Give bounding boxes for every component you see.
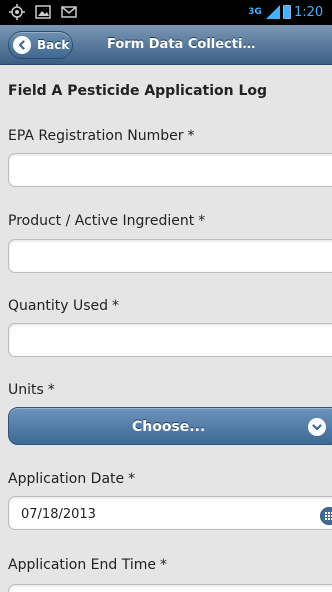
quantity-used-input[interactable]	[8, 323, 332, 357]
battery-icon	[283, 5, 291, 19]
status-bar: 3G 1:20	[0, 0, 332, 25]
back-button-label: Back	[37, 38, 70, 52]
quantity-used-label: Quantity Used *	[8, 298, 119, 314]
form-title: Field A Pesticide Application Log	[8, 83, 268, 99]
chevron-down-icon	[308, 418, 326, 436]
application-date-value: 07/18/2013	[21, 507, 96, 522]
signal-icon	[266, 5, 280, 19]
epa-registration-input[interactable]	[8, 153, 332, 187]
required-marker: *	[112, 298, 119, 314]
back-button[interactable]: Back	[8, 31, 73, 59]
network-type: 3G	[248, 6, 262, 17]
picture-icon	[34, 4, 52, 20]
status-system: 3G 1:20	[247, 3, 332, 21]
gps-icon	[8, 4, 26, 20]
status-notifications	[8, 3, 78, 21]
calendar-icon[interactable]	[320, 507, 332, 525]
units-select[interactable]: Choose...	[8, 407, 332, 445]
units-select-label: Choose...	[132, 419, 206, 435]
page-title: Form Data Collecti…	[107, 37, 256, 52]
product-ingredient-label: Product / Active Ingredient *	[8, 213, 205, 229]
field-label-text: Application Date	[8, 471, 125, 487]
required-marker: *	[47, 382, 55, 398]
header-bar: Back Form Data Collecti…	[0, 25, 332, 65]
required-marker: *	[198, 213, 206, 229]
units-label: Units *	[8, 382, 55, 398]
field-label-text: Product / Active Ingredient	[8, 213, 195, 229]
required-marker: *	[128, 471, 136, 487]
required-marker: *	[160, 557, 167, 573]
epa-registration-label: EPA Registration Number *	[8, 128, 195, 144]
field-label-text: Quantity Used	[8, 298, 108, 314]
application-end-time-label: Application End Time *	[8, 557, 167, 573]
status-time: 1:20	[294, 4, 324, 20]
application-date-label: Application Date *	[8, 471, 135, 487]
field-label-text: Units	[8, 382, 44, 398]
field-label-text: Application End Time	[8, 557, 156, 573]
application-date-input[interactable]: 07/18/2013	[8, 496, 332, 530]
back-arrow-icon	[13, 36, 31, 54]
gmail-icon	[60, 4, 78, 20]
required-marker: *	[187, 128, 195, 144]
product-ingredient-input[interactable]	[8, 239, 332, 273]
field-label-text: EPA Registration Number	[8, 128, 184, 144]
application-end-time-input[interactable]	[8, 584, 332, 592]
